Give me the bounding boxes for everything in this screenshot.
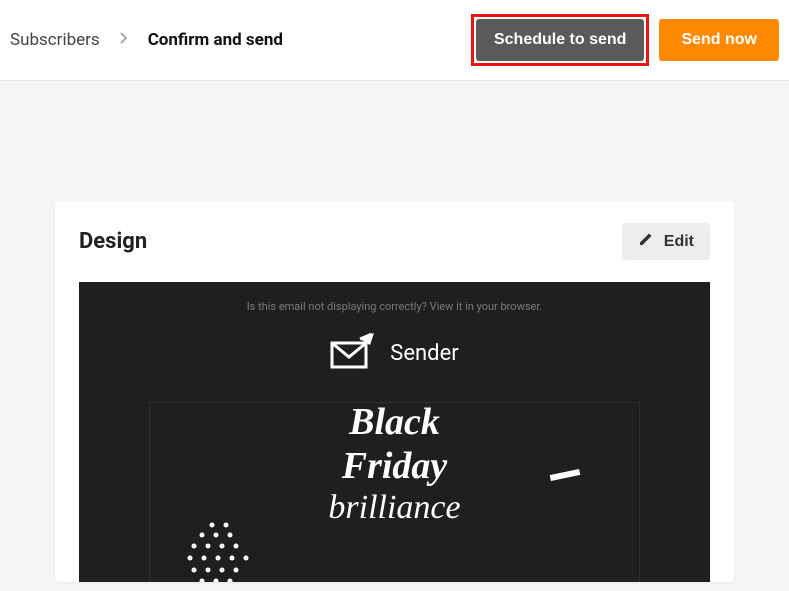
schedule-highlight: Schedule to send xyxy=(471,14,649,66)
brand-name: Sender xyxy=(390,341,458,366)
schedule-button[interactable]: Schedule to send xyxy=(476,19,644,61)
envelope-icon xyxy=(330,333,376,373)
email-preview: Is this email not displaying correctly? … xyxy=(79,282,710,582)
main-content: Design Edit Is this email not displaying… xyxy=(0,81,789,582)
design-title: Design xyxy=(79,229,147,254)
hero-text: Black Friday brilliance xyxy=(79,401,710,527)
pencil-icon xyxy=(638,231,654,252)
edit-button[interactable]: Edit xyxy=(622,223,710,260)
header-actions: Schedule to send Send now xyxy=(471,14,779,66)
breadcrumb: Subscribers Confirm and send xyxy=(10,30,283,50)
page-header: Subscribers Confirm and send Schedule to… xyxy=(0,0,789,81)
send-now-button[interactable]: Send now xyxy=(659,19,779,61)
breadcrumb-subscribers[interactable]: Subscribers xyxy=(10,30,100,50)
hero-line1: Black xyxy=(79,401,710,445)
preview-top-text: Is this email not displaying correctly? … xyxy=(79,282,710,323)
card-header: Design Edit xyxy=(79,223,710,260)
hero-line3: brilliance xyxy=(79,488,710,527)
breadcrumb-current: Confirm and send xyxy=(148,30,283,50)
hero-line2: Friday xyxy=(79,445,710,489)
dots-decoration xyxy=(184,518,254,582)
chevron-right-icon xyxy=(120,32,128,48)
design-card: Design Edit Is this email not displaying… xyxy=(55,201,734,582)
edit-label: Edit xyxy=(664,233,694,251)
brand-logo-row: Sender xyxy=(79,333,710,373)
